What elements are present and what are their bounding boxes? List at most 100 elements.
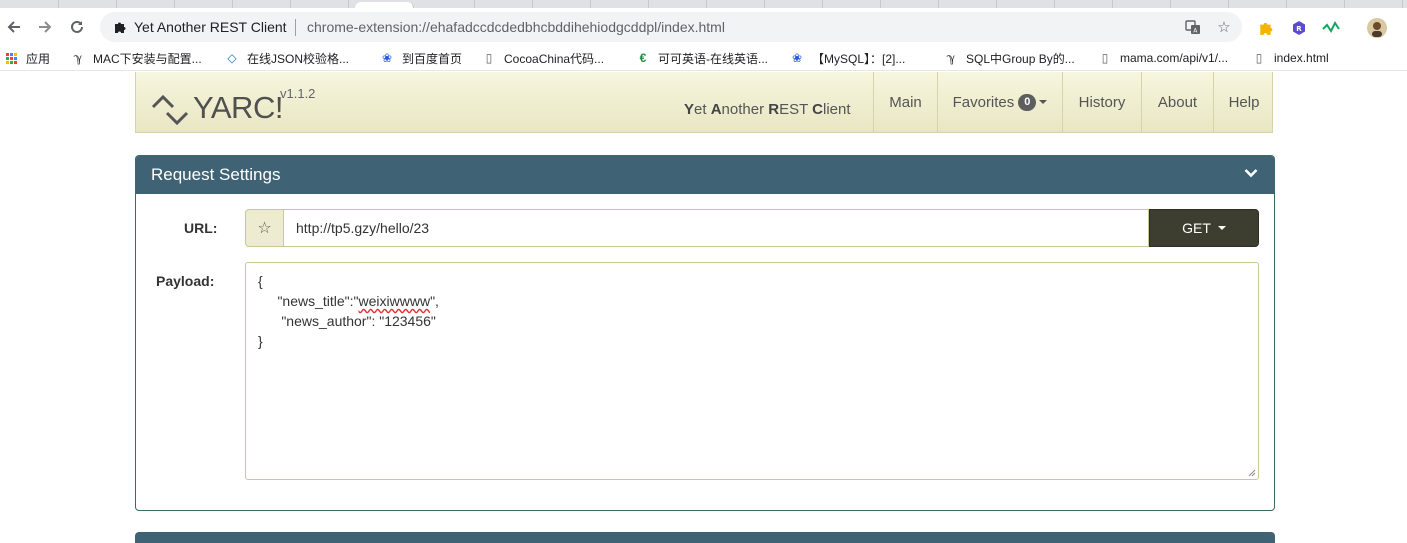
caret-down-icon [1039,100,1048,104]
payload-textarea[interactable]: { "news_title":"weixiwwww", "news_author… [245,262,1259,480]
browser-tab[interactable] [880,0,939,8]
kekenet-icon: € [639,51,647,65]
bookmark-label: 【MySQL】：[2]... [812,51,906,66]
browser-tab[interactable] [1112,0,1171,8]
payload-line: } [258,333,263,349]
browser-tab[interactable] [58,0,117,8]
chevron-down-icon[interactable] [1244,168,1258,178]
bookmark-label: 在线JSON校验格... [247,51,350,66]
browser-tab[interactable] [0,0,59,8]
back-arrow-icon [7,21,20,33]
extension-hexagon-icon[interactable]: R [1288,17,1310,39]
browser-tab[interactable] [290,0,349,8]
browser-tab[interactable] [822,0,881,8]
baidu-paw-icon: ❀ [381,51,393,65]
caret-down-icon [1217,226,1226,230]
app-header: YARC! v1.1.2 Yet Another REST Client Mai… [135,72,1273,133]
nav-label: Main [889,93,922,111]
bookmark-item[interactable]: ℽ MAC下安装与配置... [71,49,202,67]
bookmark-site-icon: ℽ [73,51,83,65]
browser-tab[interactable] [764,0,823,8]
bookmark-item[interactable]: ▯ index.html [1252,49,1329,67]
url-label: URL: [184,220,218,236]
page-icon: ▯ [1255,51,1263,65]
forward-button[interactable] [32,14,58,40]
browser-tab[interactable] [590,0,649,8]
nav-history[interactable]: History [1062,72,1141,132]
browser-tab[interactable] [996,0,1055,8]
bookmark-label: 到百度首页 [402,51,463,66]
resize-grip-icon[interactable] [1248,469,1256,477]
payload-line: { [258,273,263,289]
profile-avatar[interactable] [1366,17,1388,39]
browser-tab[interactable] [1054,0,1113,8]
payload-line: ", [430,293,439,309]
browser-tab[interactable] [474,0,533,8]
extension-pulse-icon[interactable] [1320,17,1342,39]
bookmark-item[interactable]: ▯ mama.com/api/v1/... [1098,49,1228,67]
bookmark-star-icon[interactable]: ☆ [1215,18,1233,36]
browser-tab[interactable] [116,0,175,8]
browser-tab[interactable] [1228,0,1287,8]
address-separator [295,19,296,36]
nav-label: History [1078,93,1126,111]
extensions-puzzle-icon[interactable] [1255,17,1277,39]
nav-favorites[interactable]: Favorites 0 [937,72,1062,132]
nav-main[interactable]: Main [873,72,937,132]
browser-tab[interactable] [1344,0,1403,8]
payload-line: "news_title":" [258,293,359,309]
reload-icon [71,20,83,33]
svg-text:R: R [1296,25,1302,33]
bookmark-label: MAC下安装与配置... [93,51,202,66]
browser-tab[interactable] [232,0,291,8]
bookmark-label: mama.com/api/v1/... [1120,51,1229,65]
nav-label: Help [1228,93,1260,111]
puzzle-extension-icon [112,19,128,35]
payload-line: "news_author": "123456" [258,313,436,329]
app-version: v1.1.2 [280,86,316,101]
browser-tab[interactable] [938,0,997,8]
bookmark-label: CocoaChina代码... [504,51,605,66]
translate-icon[interactable]: A [1184,18,1202,36]
bookmark-item[interactable]: ℽ SQL中Group By的... [944,49,1075,67]
yarc-logo-icon [151,94,189,126]
nav-help[interactable]: Help [1213,72,1274,132]
browser-tab[interactable] [1286,0,1345,8]
next-panel-heading[interactable] [135,532,1275,543]
browser-tab[interactable] [416,0,475,8]
bookmark-item[interactable]: ❀ 到百度首页 [380,49,462,67]
bookmark-apps[interactable]: 应用 [6,49,50,67]
url-text[interactable]: chrome-extension://ehafadccdcdedbhcbddih… [307,19,725,35]
bookmark-item[interactable]: ▯ CocoaChina代码... [482,49,604,67]
app-tagline: Yet Another REST Client [684,101,851,118]
favorite-star-icon[interactable]: ☆ [245,209,283,247]
misspelled-word: weixiwwww [358,293,431,309]
back-button[interactable] [1,14,27,40]
bookmark-label: 应用 [26,51,51,66]
bookmark-item[interactable]: € 可可英语-在线英语... [636,49,768,67]
bookmark-item[interactable]: ❀ 【MySQL】：[2]... [790,49,905,67]
reload-button[interactable] [64,14,90,40]
url-input[interactable] [283,209,1149,247]
page-icon: ▯ [1101,51,1109,65]
http-method-label: GET [1182,220,1211,236]
nav-about[interactable]: About [1141,72,1213,132]
app-logo-text[interactable]: YARC! [193,90,283,126]
baidu-paw-icon: ❀ [791,51,803,65]
address-bar[interactable]: Yet Another REST Client chrome-extension… [100,12,1242,42]
browser-tab[interactable] [532,0,591,8]
browser-tab[interactable] [1170,0,1229,8]
panel-title: Request Settings [151,165,281,184]
browser-tab[interactable] [174,0,233,8]
apps-grid-icon [6,52,17,64]
nav-label: Favorites [952,93,1015,111]
http-method-dropdown[interactable]: GET [1149,209,1259,247]
browser-tab[interactable] [648,0,707,8]
panel-heading[interactable]: Request Settings [136,156,1274,194]
browser-tab[interactable] [706,0,765,8]
url-input-group: ☆ GET [245,209,1259,247]
bookmark-item[interactable]: ◇ 在线JSON校验格... [225,49,349,67]
bookmark-site-icon: ℽ [946,51,956,65]
bookmark-label: index.html [1274,51,1329,65]
nav-label: About [1157,93,1198,111]
